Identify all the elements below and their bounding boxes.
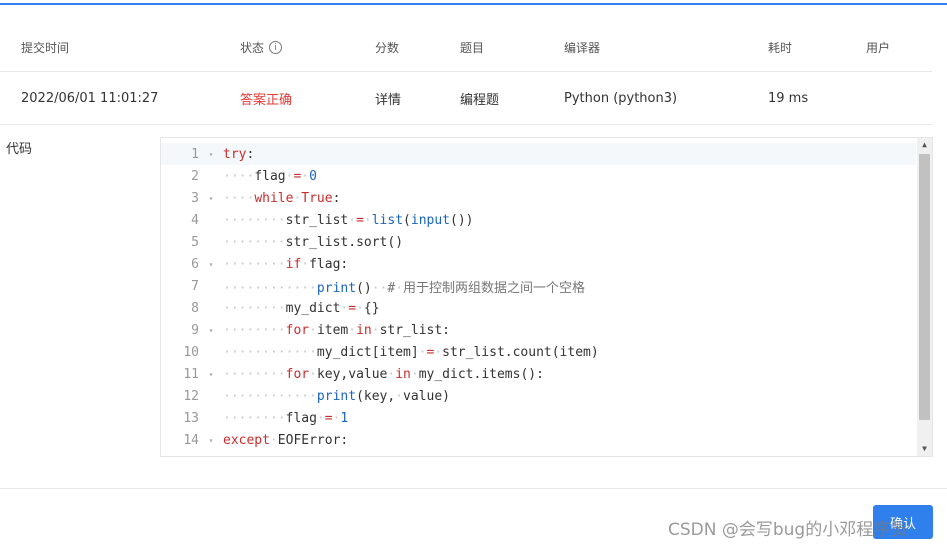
status-badge: 答案正确 — [240, 92, 293, 108]
footer-divider — [0, 488, 947, 489]
line-number: 3 — [191, 190, 199, 206]
code-label: 代码 — [6, 142, 33, 157]
fold-toggle-icon[interactable]: ▾ — [199, 326, 223, 335]
table-row: 2022/06/01 11:01:27 答案正确 详情 编程题 Python (… — [0, 72, 932, 125]
scroll-thumb[interactable] — [919, 154, 930, 420]
code-text: ············print()··#·用于控制两组数据之间一个空格 — [223, 280, 586, 296]
code-text: ····flag·=·0 — [223, 168, 317, 184]
code-line: 12 ············print(key,·value) — [161, 385, 916, 407]
header-compiler: 编译器 — [564, 41, 601, 55]
line-number: 2 — [191, 168, 199, 184]
header-user: 用户 — [866, 41, 891, 55]
top-accent-line — [0, 3, 947, 5]
scroll-up-icon[interactable]: ▲ — [917, 138, 932, 152]
header-time-cost: 耗时 — [768, 41, 793, 55]
code-text: try: — [223, 146, 255, 162]
line-number: 8 — [191, 300, 199, 316]
code-line: 14 ▾ except·EOFError: — [161, 429, 916, 451]
code-line: 3 ▾ ····while·True: — [161, 187, 916, 209]
watermark: CSDN @会写bug的小邓程序员 — [668, 520, 908, 540]
line-number: 14 — [183, 432, 199, 448]
cell-problem: 编程题 — [460, 92, 500, 108]
code-line: 1 ▾ try: — [161, 143, 916, 165]
header-status: 状态 i — [240, 24, 283, 71]
code-line: 7 ············print()··#·用于控制两组数据之间一个空格 — [161, 275, 916, 297]
line-number: 5 — [191, 234, 199, 250]
code-text: ············print(key,·value) — [223, 388, 450, 404]
code-line: 4 ········str_list·=·list(input()) — [161, 209, 916, 231]
code-text: ········for·item·in·str_list: — [223, 322, 451, 338]
code-line: 10 ············my_dict[item]·=·str_list.c… — [161, 341, 916, 363]
line-number: 11 — [183, 366, 199, 382]
fold-toggle-icon[interactable]: ▾ — [199, 194, 223, 203]
code-line: 11 ▾ ········for·key,value·in·my_dict.item… — [161, 363, 916, 385]
info-icon[interactable]: i — [269, 41, 283, 54]
line-number: 6 — [191, 256, 199, 272]
code-text: ········flag·=·1 — [223, 410, 349, 426]
cell-compiler: Python (python3) — [564, 90, 678, 106]
code-line: 2 ····flag·=·0 — [161, 165, 916, 187]
submission-table: 提交时间 状态 i 分数 题目 编译器 耗时 用户 2022/06/01 11:… — [0, 24, 932, 125]
editor-scrollbar[interactable]: ▲ ▼ — [917, 138, 932, 456]
header-problem: 题目 — [460, 41, 485, 55]
header-status-label: 状态 — [240, 41, 265, 55]
code-line: 5 ········str_list.sort() — [161, 231, 916, 253]
code-text: ····while·True: — [223, 190, 341, 206]
code-text: ········if·flag: — [223, 256, 349, 272]
code-text: ········for·key,value·in·my_dict.items()… — [223, 366, 544, 382]
cell-submit-time: 2022/06/01 11:01:27 — [21, 90, 159, 106]
table-header-row: 提交时间 状态 i 分数 题目 编译器 耗时 用户 — [0, 24, 932, 72]
code-line: 9 ▾ ········for·item·in·str_list: — [161, 319, 916, 341]
fold-toggle-icon[interactable]: ▾ — [199, 436, 223, 445]
line-number: 9 — [191, 322, 199, 338]
fold-toggle-icon[interactable]: ▾ — [199, 370, 223, 379]
fold-toggle-icon[interactable]: ▾ — [199, 260, 223, 269]
line-number: 1 — [191, 146, 199, 162]
code-line: 8 ········my_dict·=·{} — [161, 297, 916, 319]
code-text: ········str_list·=·list(input()) — [223, 212, 474, 228]
code-text: ········str_list.sort() — [223, 234, 404, 250]
header-submit-time: 提交时间 — [21, 41, 70, 55]
line-number: 4 — [191, 212, 199, 228]
code-editor[interactable]: 1 ▾ try: 2 ····flag·=·0 3 ▾ ····while·True: 4 ···… — [160, 137, 933, 457]
line-number: 13 — [183, 410, 199, 426]
scroll-down-icon[interactable]: ▼ — [917, 442, 932, 456]
line-number: 12 — [183, 388, 199, 404]
code-text: except·EOFError: — [223, 432, 349, 448]
fold-toggle-icon[interactable]: ▾ — [199, 150, 223, 159]
code-line: 13 ········flag·=·1 — [161, 407, 916, 429]
cell-time-cost: 19 ms — [768, 90, 809, 106]
code-line: 6 ▾ ········if·flag: — [161, 253, 916, 275]
code-text: ············my_dict[item]·=·str_list.cou… — [223, 344, 599, 360]
code-text: ········my_dict·=·{} — [223, 300, 380, 316]
line-number: 10 — [183, 344, 199, 360]
score-detail-link[interactable]: 详情 — [375, 72, 401, 124]
line-number: 7 — [191, 278, 199, 294]
header-score: 分数 — [375, 41, 400, 55]
